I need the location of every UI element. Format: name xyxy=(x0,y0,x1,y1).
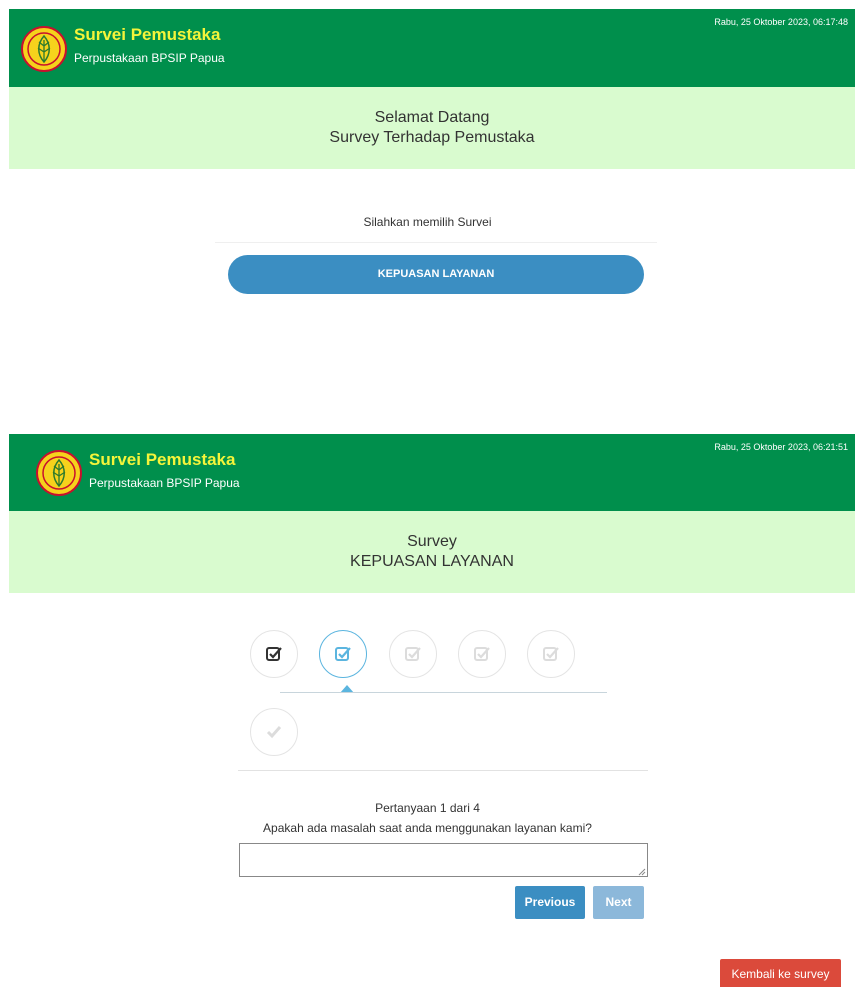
step-2[interactable] xyxy=(319,630,367,678)
step-track-line xyxy=(280,692,607,693)
checkbox-icon xyxy=(335,647,351,661)
banner-line-2: Survey Terhadap Pemustaka xyxy=(329,129,535,146)
previous-button[interactable]: Previous xyxy=(515,886,585,919)
next-button[interactable]: Next xyxy=(593,886,644,919)
app-title: Survei Pemustaka xyxy=(89,450,236,469)
checkbox-icon xyxy=(543,647,559,661)
divider xyxy=(238,770,648,771)
banner-line-2: KEPUASAN LAYANAN xyxy=(350,553,514,570)
datetime-label: Rabu, 25 Oktober 2023, 06:21:51 xyxy=(714,442,848,452)
question-counter: Pertanyaan 1 dari 4 xyxy=(375,801,480,815)
checkmark-icon xyxy=(266,726,282,739)
logo-icon xyxy=(21,26,67,72)
checkbox-icon xyxy=(474,647,490,661)
answer-textarea[interactable] xyxy=(239,843,648,877)
question-text: Apakah ada masalah saat anda menggunakan… xyxy=(263,821,592,835)
resize-grip-icon[interactable] xyxy=(638,868,646,876)
checkbox-icon xyxy=(405,647,421,661)
survey-kepuasan-layanan-button[interactable]: KEPUASAN LAYANAN xyxy=(228,255,644,294)
step-5[interactable] xyxy=(527,630,575,678)
logo-icon xyxy=(36,450,82,496)
page: Survei Pemustaka Perpustakaan BPSIP Papu… xyxy=(0,0,855,987)
welcome-banner: Selamat Datang Survey Terhadap Pemustaka xyxy=(9,87,855,169)
datetime-label: Rabu, 25 Oktober 2023, 06:17:48 xyxy=(714,17,848,27)
step-finish[interactable] xyxy=(250,708,298,756)
step-4[interactable] xyxy=(458,630,506,678)
header-bar: Survei Pemustaka Perpustakaan BPSIP Papu… xyxy=(9,9,855,87)
back-to-survey-button[interactable]: Kembali ke survey xyxy=(720,959,841,987)
banner-line-1: Selamat Datang xyxy=(374,109,490,126)
divider xyxy=(215,242,657,243)
checkbox-icon xyxy=(266,647,282,661)
survey-banner: Survey KEPUASAN LAYANAN xyxy=(9,511,855,593)
step-3[interactable] xyxy=(389,630,437,678)
step-1[interactable] xyxy=(250,630,298,678)
header-bar-2: Survei Pemustaka Perpustakaan BPSIP Papu… xyxy=(9,434,855,512)
banner-line-1: Survey xyxy=(407,533,457,550)
app-title: Survei Pemustaka xyxy=(74,25,221,44)
choose-survey-prompt: Silahkan memilih Survei xyxy=(363,215,492,229)
app-subtitle: Perpustakaan BPSIP Papua xyxy=(89,476,240,490)
app-subtitle: Perpustakaan BPSIP Papua xyxy=(74,51,225,65)
